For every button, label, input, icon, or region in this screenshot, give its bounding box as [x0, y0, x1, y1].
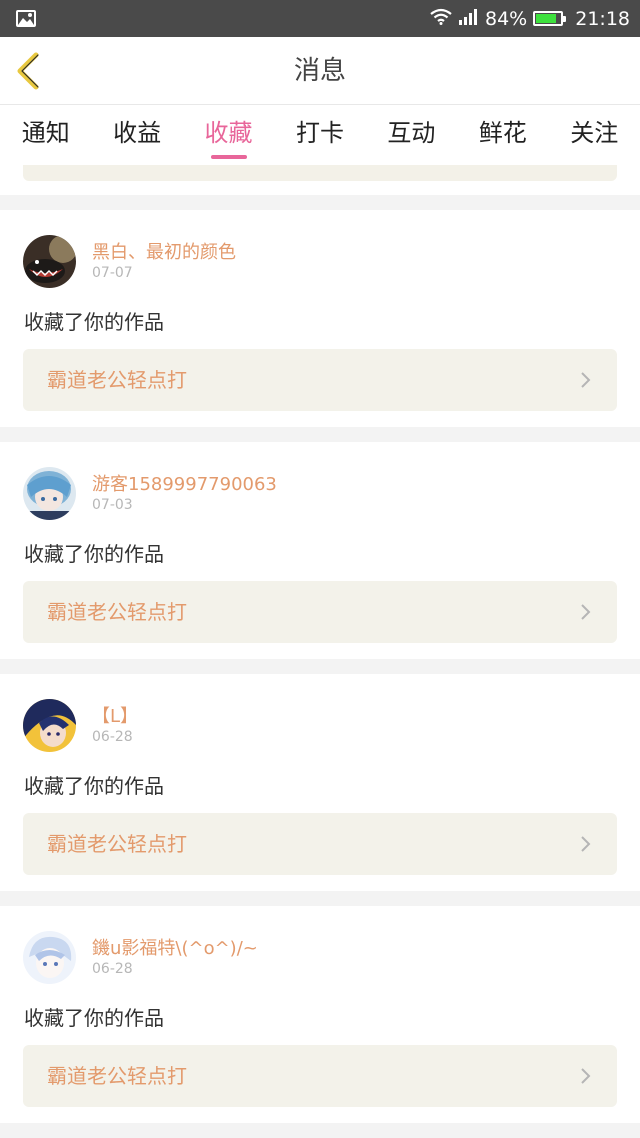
work-title: 霸道老公轻点打 — [47, 1064, 187, 1088]
work-link-partial[interactable] — [23, 165, 617, 181]
app-header: 消息 — [0, 37, 640, 105]
clock: 21:18 — [575, 7, 630, 30]
list-item-partial — [0, 165, 640, 195]
list-item: 鐖u影福特\(^o^)/~ 06-28 收藏了你的作品 霸道老公轻点打 — [0, 906, 640, 1123]
chevron-right-icon — [581, 604, 591, 620]
tab-interaction[interactable]: 互动 — [366, 105, 457, 165]
work-link[interactable]: 霸道老公轻点打 — [23, 349, 617, 411]
tab-earnings[interactable]: 收益 — [91, 105, 182, 165]
avatar[interactable] — [23, 235, 76, 288]
work-title: 霸道老公轻点打 — [47, 368, 187, 392]
timestamp: 07-03 — [92, 497, 133, 513]
status-bar: 84% 21:18 — [0, 0, 640, 37]
avatar[interactable] — [23, 931, 76, 984]
page-title: 消息 — [293, 56, 346, 86]
tab-checkin[interactable]: 打卡 — [274, 105, 365, 165]
battery-percent: 84% — [485, 7, 528, 30]
user-name[interactable]: 游客1589997790063 — [92, 470, 277, 496]
work-link[interactable]: 霸道老公轻点打 — [23, 813, 617, 875]
favorites-feed: 黑白、最初的颜色 07-07 收藏了你的作品 霸道老公轻点打 游客1589997… — [0, 210, 640, 1138]
tab-flowers[interactable]: 鲜花 — [457, 105, 548, 165]
chevron-right-icon — [581, 836, 591, 852]
list-item: 【L】 06-28 收藏了你的作品 霸道老公轻点打 — [0, 674, 640, 891]
action-text: 收藏了你的作品 — [24, 542, 164, 566]
list-item: 游客1589997790063 07-03 收藏了你的作品 霸道老公轻点打 — [0, 442, 640, 659]
gallery-icon — [16, 10, 36, 27]
timestamp: 06-28 — [92, 961, 133, 977]
work-link[interactable]: 霸道老公轻点打 — [23, 1045, 617, 1107]
timestamp: 06-28 — [92, 729, 133, 745]
work-title: 霸道老公轻点打 — [47, 832, 187, 856]
tab-favorites[interactable]: 收藏 — [183, 105, 274, 165]
user-name[interactable]: 黑白、最初的颜色 — [92, 238, 236, 264]
signal-icon — [459, 8, 479, 30]
user-name[interactable]: 鐖u影福特\(^o^)/~ — [92, 934, 258, 960]
avatar[interactable] — [23, 467, 76, 520]
list-item: 黑白、最初的颜色 07-07 收藏了你的作品 霸道老公轻点打 — [0, 210, 640, 427]
work-title: 霸道老公轻点打 — [47, 600, 187, 624]
chevron-right-icon — [581, 1068, 591, 1084]
avatar[interactable] — [23, 699, 76, 752]
tab-bar: 通知 收益 收藏 打卡 互动 鲜花 关注 — [0, 105, 640, 165]
tab-notifications[interactable]: 通知 — [0, 105, 91, 165]
battery-icon — [533, 11, 567, 26]
work-link[interactable]: 霸道老公轻点打 — [23, 581, 617, 643]
wifi-icon — [429, 7, 453, 30]
action-text: 收藏了你的作品 — [24, 774, 164, 798]
chevron-right-icon — [581, 372, 591, 388]
tab-follow[interactable]: 关注 — [549, 105, 640, 165]
action-text: 收藏了你的作品 — [24, 310, 164, 334]
action-text: 收藏了你的作品 — [24, 1006, 164, 1030]
user-name[interactable]: 【L】 — [92, 702, 138, 728]
timestamp: 07-07 — [92, 265, 133, 281]
